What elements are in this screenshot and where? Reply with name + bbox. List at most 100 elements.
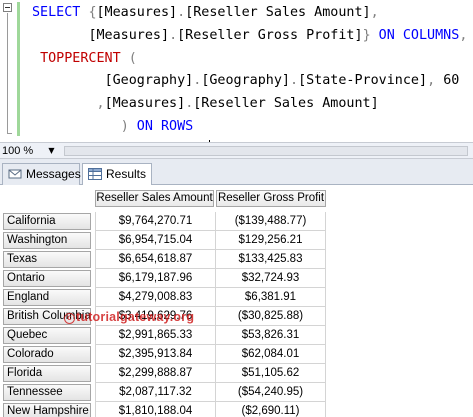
cell-reseller-sales-amount[interactable]: $2,395,913.84 [95, 345, 216, 364]
row-header[interactable]: Colorado [3, 346, 91, 363]
code-token: [Measures] [88, 27, 170, 43]
code-token: ON ROWS [128, 118, 194, 134]
code-line: ) ON ROWS [32, 116, 467, 139]
table-row[interactable]: Quebec $2,991,865.33 $53,826.31 [0, 326, 473, 345]
cell-reseller-sales-amount[interactable]: $6,654,618.87 [95, 250, 216, 269]
row-header[interactable]: New Hampshire [3, 403, 91, 417]
cell-reseller-sales-amount[interactable]: $6,954,715.04 [95, 231, 216, 250]
cell-reseller-gross-profit[interactable]: ($30,825.88) [216, 307, 326, 326]
code-token: 60 [443, 73, 460, 89]
code-line: TOPPERCENT ( [32, 48, 467, 71]
code-token: [Reseller Gross Profit] [177, 27, 363, 43]
copyright-icon: c [64, 313, 75, 324]
code-token: , [96, 96, 105, 112]
code-token: ( [120, 50, 137, 66]
code-token: [Reseller Sales Amount] [185, 5, 371, 20]
code-token: , [459, 27, 468, 43]
chevron-down-icon[interactable]: ▼ [46, 145, 57, 157]
code-token: [Geography] [104, 73, 194, 89]
cell-reseller-gross-profit[interactable]: $133,425.83 [216, 250, 326, 269]
results-grid[interactable]: Reseller Sales Amount Reseller Gross Pro… [0, 185, 473, 417]
outline-end [7, 133, 12, 134]
row-header[interactable]: Texas [3, 251, 91, 268]
table-row[interactable]: Texas $6,654,618.87 $133,425.83 [0, 250, 473, 269]
tab-results-label: Results [106, 167, 147, 181]
code-token: { [88, 5, 97, 20]
code-token: [Reseller Sales Amount] [193, 96, 379, 112]
table-row[interactable]: Florida $2,299,888.87 $51,105.62 [0, 364, 473, 383]
table-row[interactable]: New Hampshire $1,810,188.04 ($2,690.11) [0, 402, 473, 417]
code-token: . [177, 5, 186, 20]
cell-reseller-sales-amount[interactable]: $2,087,117.32 [95, 383, 216, 402]
code-line: ,[Measures].[Reseller Sales Amount] [32, 93, 467, 116]
grid-corner [3, 189, 92, 209]
messages-icon [8, 169, 22, 179]
outline-line [7, 13, 8, 134]
cell-reseller-gross-profit[interactable]: ($2,690.11) [216, 402, 326, 417]
code-token: ) [120, 118, 129, 134]
row-header[interactable]: England [3, 289, 91, 306]
watermark: c tutorialgateway.org [64, 310, 194, 324]
row-header[interactable]: Quebec [3, 327, 91, 344]
code-token: [Measures] [104, 96, 186, 112]
table-row[interactable]: Ontario $6,179,187.96 $32,724.93 [0, 269, 473, 288]
table-row[interactable]: California $9,764,270.71 ($139,488.77) [0, 212, 473, 231]
row-header[interactable]: Washington [3, 232, 91, 249]
cell-reseller-gross-profit[interactable]: $32,724.93 [216, 269, 326, 288]
cell-reseller-sales-amount[interactable]: $9,764,270.71 [95, 212, 216, 231]
code-line: [Measures].[Reseller Gross Profit]} ON C… [32, 25, 467, 48]
code-token: , [427, 73, 444, 89]
query-text[interactable]: SELECT {[Measures].[Reseller Sales Amoun… [32, 2, 467, 162]
editor-status-bar: 100 % ▼ [0, 142, 473, 159]
code-token: [Measures] [96, 5, 178, 20]
code-token: } [362, 27, 371, 43]
cell-reseller-gross-profit[interactable]: $6,381.91 [216, 288, 326, 307]
grid-icon [88, 168, 102, 180]
cell-reseller-sales-amount[interactable]: $1,810,188.04 [95, 402, 216, 417]
cell-reseller-gross-profit[interactable]: ($54,240.95) [216, 383, 326, 402]
row-header[interactable]: California [3, 213, 91, 230]
code-line: [Geography].[Geography].[State-Province]… [32, 70, 467, 93]
column-header-reseller-sales-amount[interactable]: Reseller Sales Amount [95, 190, 214, 207]
change-bar [17, 2, 20, 136]
code-token: [State-Province] [298, 73, 428, 89]
table-row[interactable]: Washington $6,954,715.04 $129,256.21 [0, 231, 473, 250]
tab-messages-label: Messages [26, 167, 81, 181]
column-header-reseller-gross-profit[interactable]: Reseller Gross Profit [216, 190, 326, 207]
results-tab-strip: Messages Results [0, 159, 473, 186]
collapse-icon[interactable] [3, 3, 12, 12]
code-token: SELECT [32, 5, 89, 20]
row-header[interactable]: Tennessee [3, 384, 91, 401]
cell-reseller-sales-amount[interactable]: $2,299,888.87 [95, 364, 216, 383]
cell-reseller-gross-profit[interactable]: ($139,488.77) [216, 212, 326, 231]
table-row[interactable]: England $4,279,008.83 $6,381.91 [0, 288, 473, 307]
cell-reseller-gross-profit[interactable]: $51,105.62 [216, 364, 326, 383]
tab-results[interactable]: Results [82, 163, 152, 186]
cell-reseller-sales-amount[interactable]: $4,279,008.83 [95, 288, 216, 307]
editor-gutter [0, 0, 20, 142]
row-header[interactable]: Ontario [3, 270, 91, 287]
row-header[interactable]: Florida [3, 365, 91, 382]
code-token: [Geography] [201, 73, 290, 89]
cell-reseller-sales-amount[interactable]: $2,991,865.33 [95, 326, 216, 345]
watermark-text: tutorialgateway.org [76, 310, 195, 324]
tab-messages[interactable]: Messages [2, 163, 81, 185]
cell-reseller-gross-profit[interactable]: $53,826.31 [216, 326, 326, 345]
query-editor[interactable]: SELECT {[Measures].[Reseller Sales Amoun… [0, 0, 473, 157]
table-row[interactable]: Colorado $2,395,913.84 $62,084.01 [0, 345, 473, 364]
cell-reseller-sales-amount[interactable]: $6,179,187.96 [95, 269, 216, 288]
cell-reseller-gross-profit[interactable]: $129,256.21 [216, 231, 326, 250]
code-token: ON COLUMNS [370, 27, 460, 43]
code-token: . [290, 73, 299, 89]
cell-reseller-gross-profit[interactable]: $62,084.01 [216, 345, 326, 364]
code-token: . [169, 27, 178, 43]
table-row[interactable]: Tennessee $2,087,117.32 ($54,240.95) [0, 383, 473, 402]
code-line: SELECT {[Measures].[Reseller Sales Amoun… [32, 2, 467, 25]
horizontal-scrollbar[interactable] [64, 146, 468, 156]
code-token: , [370, 5, 379, 20]
